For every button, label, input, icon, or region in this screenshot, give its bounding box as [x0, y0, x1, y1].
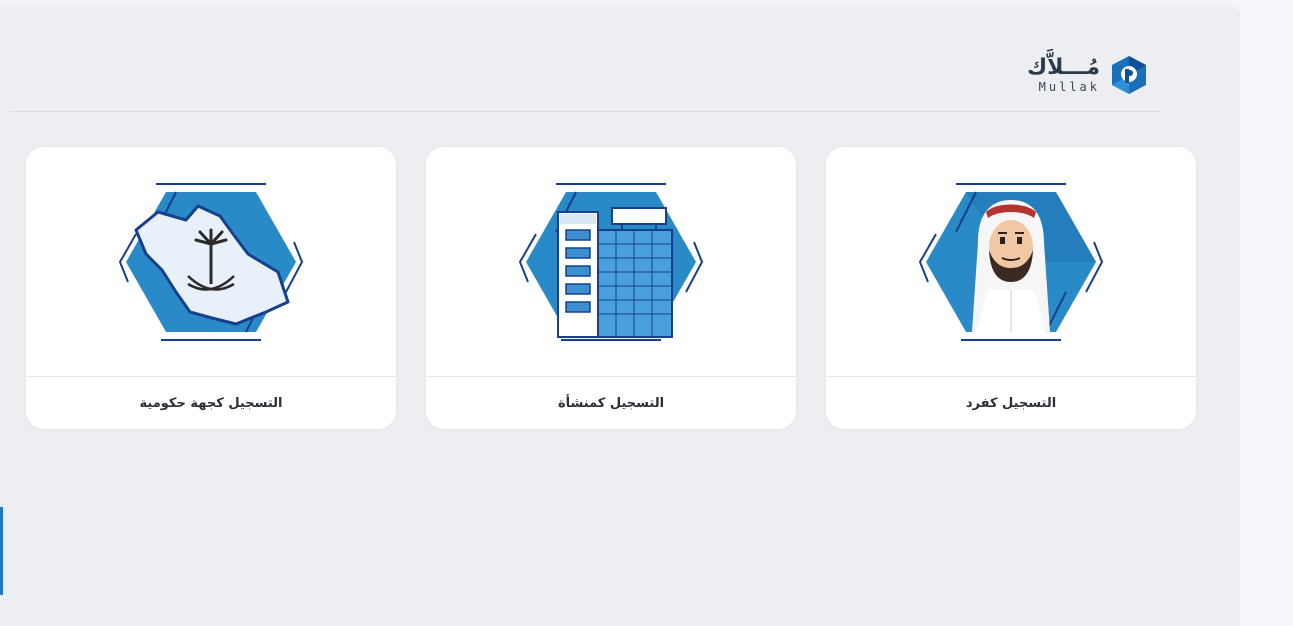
register-government-label: التسجيل كجهة حكومية: [139, 395, 283, 411]
header: مُـــلاَّك Mullak: [10, 16, 1160, 112]
brand-logo[interactable]: مُـــلاَّك Mullak: [1027, 54, 1150, 96]
register-individual-card[interactable]: التسجيل كفرد: [826, 147, 1196, 429]
register-establishment-label: التسجيل كمنشأة: [557, 395, 665, 411]
card-illustration: [426, 147, 796, 377]
building-establishment-icon: [518, 182, 704, 341]
register-establishment-card[interactable]: التسجيل كمنشأة: [426, 147, 796, 429]
individual-person-icon: [918, 182, 1104, 341]
register-government-card[interactable]: التسجيل كجهة حكومية: [26, 147, 396, 429]
mullak-logo-icon: [1112, 56, 1146, 94]
card-illustration: [26, 147, 396, 377]
left-edge-indicator: [0, 507, 3, 595]
right-strip: [1240, 0, 1293, 626]
saudi-map-government-icon: [118, 182, 304, 341]
register-individual-label: التسجيل كفرد: [965, 395, 1057, 411]
brand-text: مُـــلاَّك Mullak: [1026, 55, 1100, 94]
brand-name-arabic: مُـــلاَّك: [1026, 55, 1100, 80]
card-illustration: [826, 147, 1196, 377]
brand-name-english: Mullak: [1038, 80, 1100, 94]
